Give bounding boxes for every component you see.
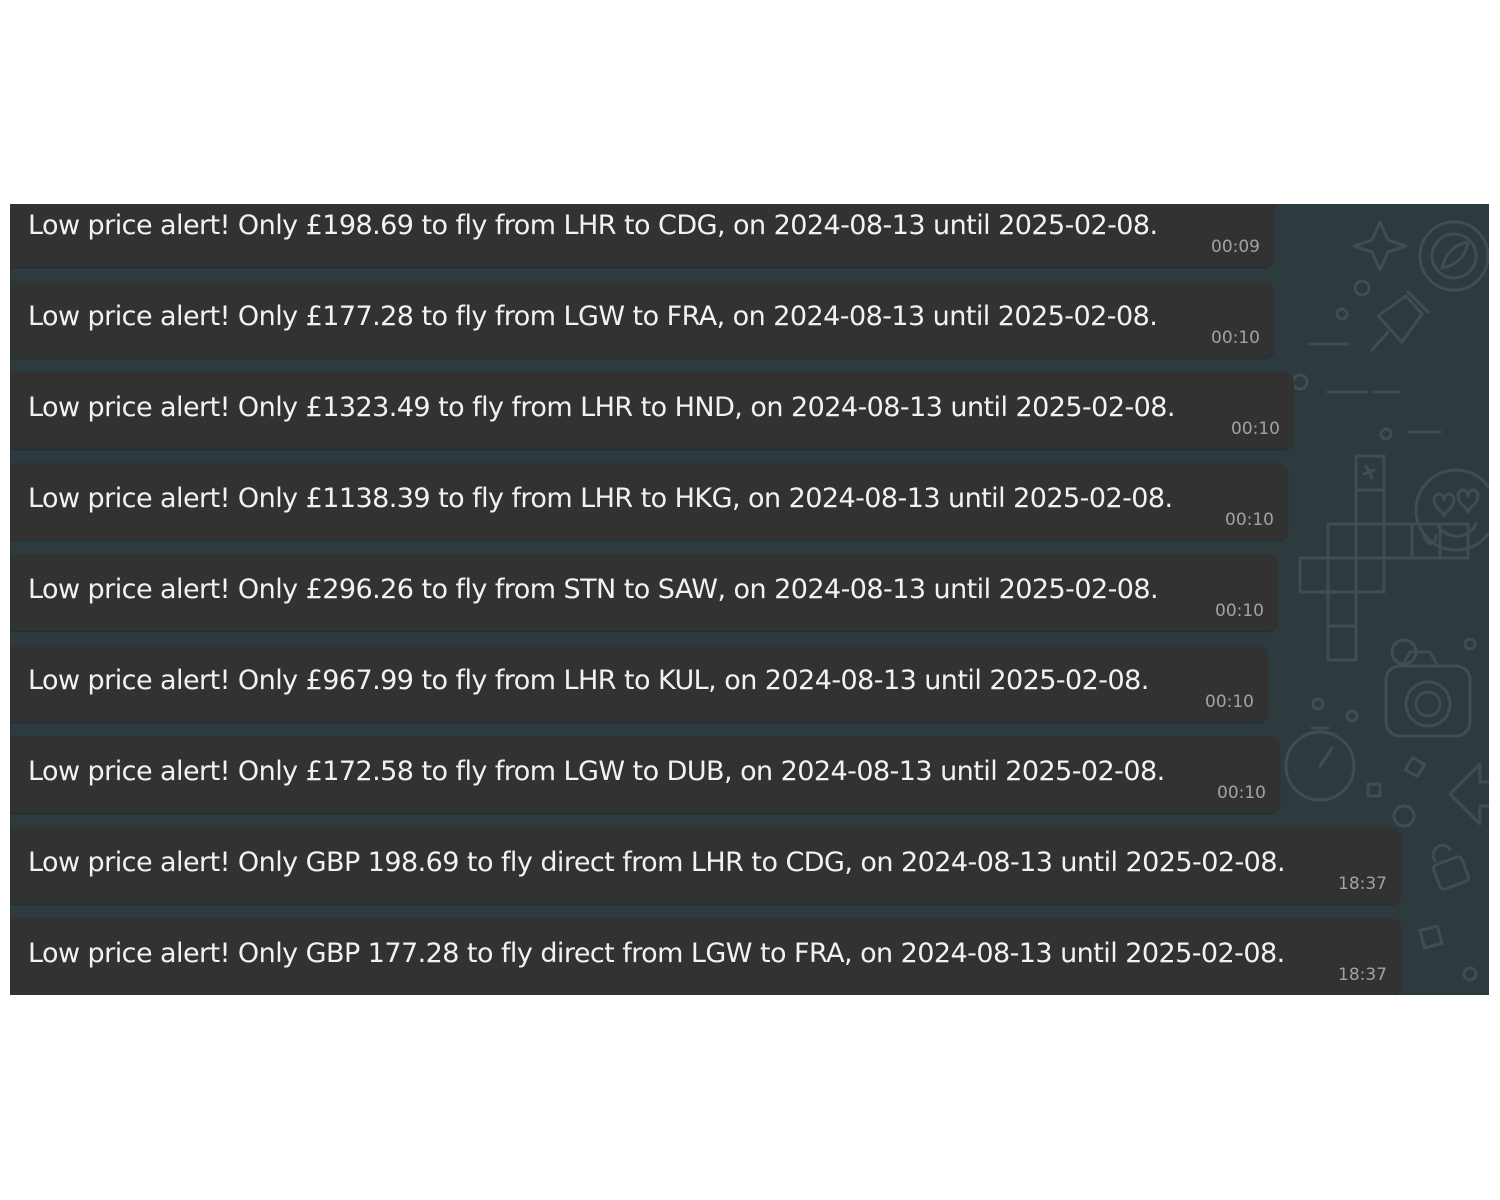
leaf-icon	[1418, 220, 1489, 292]
message-text: Low price alert! Only £198.69 to fly fro…	[28, 210, 1158, 241]
message-text: Low price alert! Only £296.26 to fly fro…	[28, 574, 1159, 605]
message-text: Low price alert! Only £177.28 to fly fro…	[28, 301, 1158, 332]
message-text: Low price alert! Only £1323.49 to fly fr…	[28, 392, 1175, 423]
incoming-message-bubble[interactable]: Low price alert! Only £967.99 to fly fro…	[10, 645, 1268, 722]
message-timestamp: 18:37	[1338, 965, 1387, 985]
incoming-message-bubble[interactable]: Low price alert! Only £296.26 to fly fro…	[10, 554, 1278, 631]
arrow-icon	[1448, 762, 1489, 826]
chat-conversation-panel[interactable]: Low price alert! Only £198.69 to fly fro…	[10, 204, 1489, 995]
message-text: Low price alert! Only £1138.39 to fly fr…	[28, 483, 1173, 514]
sparkle-icon	[1352, 220, 1408, 272]
lock-icon	[1431, 843, 1470, 891]
incoming-message-bubble[interactable]: Low price alert! Only £172.58 to fly fro…	[10, 736, 1280, 813]
message-text: Low price alert! Only £967.99 to fly fro…	[28, 665, 1149, 696]
stopwatch-icon	[1284, 726, 1356, 802]
message-text: Low price alert! Only GBP 177.28 to fly …	[28, 938, 1285, 969]
message-text: Low price alert! Only £172.58 to fly fro…	[28, 756, 1165, 787]
incoming-message-bubble[interactable]: Low price alert! Only £198.69 to fly fro…	[10, 204, 1274, 267]
incoming-message-bubble[interactable]: Low price alert! Only £177.28 to fly fro…	[10, 281, 1274, 358]
heart-eyes-emoji-icon	[1414, 468, 1489, 552]
incoming-message-bubble[interactable]: Low price alert! Only GBP 177.28 to fly …	[10, 918, 1401, 995]
camera-icon	[1384, 650, 1472, 738]
message-timestamp: 00:10	[1215, 601, 1264, 621]
pushpin-icon	[1370, 290, 1430, 352]
message-timestamp: 00:10	[1225, 510, 1274, 530]
incoming-message-bubble[interactable]: Low price alert! Only £1138.39 to fly fr…	[10, 463, 1288, 540]
message-timestamp: 00:09	[1211, 237, 1260, 257]
message-timestamp: 18:37	[1338, 874, 1387, 894]
message-timestamp: 00:10	[1211, 328, 1260, 348]
incoming-message-bubble[interactable]: Low price alert! Only £1323.49 to fly fr…	[10, 372, 1294, 449]
message-timestamp: 00:10	[1217, 783, 1266, 803]
message-timestamp: 00:10	[1205, 692, 1254, 712]
message-text: Low price alert! Only GBP 198.69 to fly …	[28, 847, 1286, 878]
message-timestamp: 00:10	[1231, 419, 1280, 439]
incoming-message-bubble[interactable]: Low price alert! Only GBP 198.69 to fly …	[10, 827, 1401, 904]
crossword-icon	[1298, 454, 1470, 662]
